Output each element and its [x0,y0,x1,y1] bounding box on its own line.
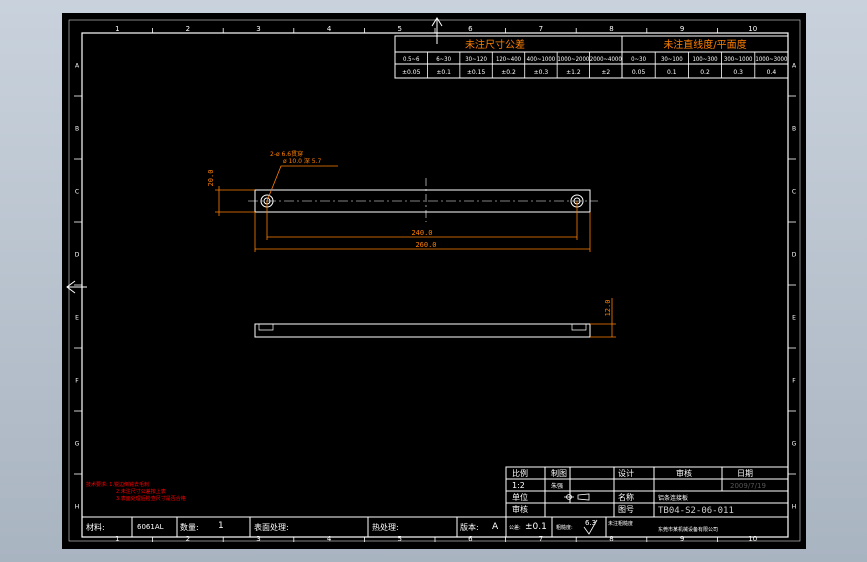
drawing-no-value: TB04-S2-06-011 [658,506,734,516]
approve-label: 审核 [512,504,528,514]
border-row-letter-right: B [792,126,796,133]
border-row-letter-right: E [792,315,796,322]
border-column-number-bottom: 2 [186,535,190,543]
tolerance-value-cell: ±0.2 [501,69,516,76]
border-row-letter-left: D [75,252,80,259]
overall-length-dimension-text: 260.0 [415,241,436,249]
unit-label: 单位 [512,492,528,502]
border-row-letter-left: B [75,126,79,133]
border-column-number-top: 1 [115,25,119,33]
material-value: 6061AL [137,523,164,531]
tolerance-range-cell: 100~300 [692,56,718,63]
border-column-number-bottom: 4 [327,535,332,543]
tolerance-value-cell: ±1.2 [566,69,581,76]
linear-tolerance-header: 未注尺寸公差 [465,38,525,51]
tolerance-range-cell: 30~120 [465,56,487,63]
border-column-number-top: 10 [748,25,757,33]
drawing-background [62,13,806,549]
quantity-value: 1 [218,521,224,531]
tolerance-label: 公差: [509,524,521,531]
date-label: 日期 [737,469,753,478]
border-column-number-bottom: 7 [539,535,543,543]
tolerance-value-cell: 0.05 [632,69,646,76]
tolerance-value-cell: 0.1 [667,69,677,76]
unmarked-roughness-label: 未注粗糙度 [608,520,633,527]
tolerance-value-cell: ±0.05 [402,69,421,76]
drawn-label: 制图 [551,468,567,478]
tolerance-range-cell: 2000~4000 [590,56,623,63]
version-value: A [492,522,499,532]
tolerance-value: ±0.1 [525,522,547,532]
tolerance-range-cell: 0.5~6 [403,56,420,63]
border-column-number-top: 5 [397,25,401,33]
border-column-number-top: 3 [256,25,260,33]
border-row-letter-right: D [792,252,797,259]
roughness-label: 粗糙度: [556,524,573,531]
drawing-canvas: 1122334455667788991010A AB BC CD DE EF FG GH H 未… [62,13,806,549]
border-column-number-top: 8 [609,25,613,33]
tolerance-range-cell: 300~1000 [724,56,753,63]
quantity-label: 数量: [180,522,199,532]
date-value: 2009/7/19 [730,482,766,490]
border-column-number-top: 2 [186,25,190,33]
heat-label: 热处理: [372,522,399,532]
border-row-letter-right: C [792,189,796,196]
drawing-no-label: 图号 [618,505,634,514]
tolerance-range-cell: 0~30 [631,56,646,63]
tolerance-range-cell: 30~100 [661,56,683,63]
version-label: 版本: [460,522,479,532]
surface-label: 表面处理: [254,522,289,532]
tolerance-range-cell: 1000~2000 [557,56,590,63]
border-row-letter-right: G [792,441,797,448]
height-dimension-text: 20.0 [207,170,215,187]
border-row-letter-left: H [75,504,80,511]
border-column-number-bottom: 10 [748,535,757,543]
tolerance-range-cell: 120~400 [496,56,522,63]
hole-spacing-dimension-text: 240.0 [411,229,432,237]
border-column-number-top: 7 [539,25,543,33]
border-column-number-bottom: 6 [468,535,473,543]
border-column-number-top: 9 [680,25,684,33]
note-line2: 2.未注尺寸公差按上表 [116,488,166,495]
tolerance-value-cell: 0.2 [700,69,710,76]
border-column-number-bottom: 1 [115,535,119,543]
hole-callout-line1: 2-ø 6.6贯穿 [270,150,303,158]
tolerance-value-cell: ±0.3 [534,69,549,76]
name-value: 铝条连接板 [658,494,688,502]
tolerance-range-cell: 1000~3000 [755,56,788,63]
tolerance-range-cell: 400~1000 [527,56,556,63]
design-label: 设计 [618,468,634,478]
note-line1: 技术要求: 1.锐边倒钝去毛刺 [86,481,149,488]
drawn-value: 朱强 [551,482,563,490]
border-row-letter-right: H [792,504,797,511]
tolerance-value-cell: ±2 [601,69,610,76]
note-line3: 3.表面处理后检查尺寸是否合格 [116,495,186,502]
company-label: 东莞市某机械设备有限公司 [658,526,718,533]
tolerance-value-cell: 0.3 [733,69,743,76]
scale-label: 比例 [512,468,528,478]
name-label: 名称 [618,492,634,502]
tolerance-value-cell: ±0.15 [467,69,486,76]
material-label: 材料: [86,522,105,532]
border-row-letter-left: G [75,441,80,448]
border-column-number-bottom: 5 [397,535,401,543]
tolerance-range-cell: 6~30 [436,56,451,63]
roughness-value: 6.3 [585,519,596,527]
border-column-number-bottom: 3 [256,535,260,543]
hole-callout-line2: ø 10.0 深 5.7 [283,157,321,165]
border-column-number-bottom: 8 [609,535,613,543]
border-column-number-top: 6 [468,25,473,33]
border-row-letter-left: C [75,189,79,196]
scale-value: 1:2 [512,481,525,490]
side-height-dimension-text: 12.0 [604,300,612,317]
tolerance-value-cell: 0.4 [767,69,777,76]
review-label: 审核 [676,468,692,478]
border-column-number-bottom: 9 [680,535,684,543]
border-row-letter-right: F [792,378,796,385]
border-row-letter-left: F [75,378,79,385]
flatness-tolerance-header: 未注直线度/平面度 [663,38,746,51]
tolerance-value-cell: ±0.1 [436,69,451,76]
border-row-letter-left: E [75,315,79,322]
border-column-number-top: 4 [327,25,332,33]
